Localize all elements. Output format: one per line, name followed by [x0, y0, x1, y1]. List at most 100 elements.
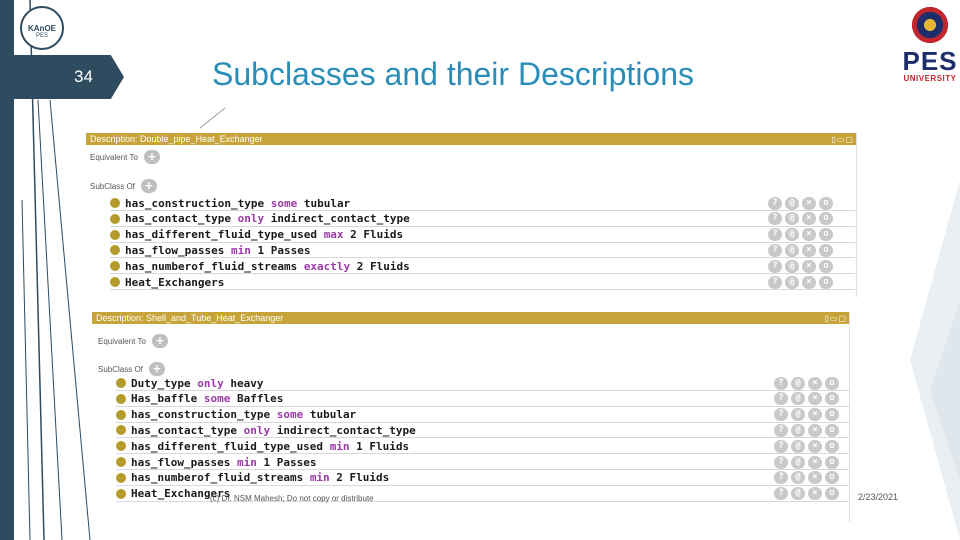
subclass-of-label: SubClass Of	[98, 364, 143, 374]
axiom-text: has_contact_type only indirect_contact_t…	[131, 423, 416, 437]
edit-button[interactable]: o	[819, 212, 833, 226]
explain-button[interactable]: ?	[768, 212, 782, 226]
restriction-keyword: some	[270, 196, 298, 210]
slide-title: Subclasses and their Descriptions	[212, 56, 695, 92]
annotate-button[interactable]: @	[785, 212, 799, 226]
axiom-row[interactable]: has_numberof_fluid_streams min 2 Fluids?…	[116, 471, 849, 486]
axiom-row[interactable]: has_different_fluid_type_used min 1 Flui…	[116, 439, 849, 455]
panel-title: Description: Shell_and_Tube_Heat_Exchang…	[96, 313, 284, 323]
edit-button[interactable]: o	[825, 408, 839, 422]
axiom-text: has_numberof_fluid_streams min 2 Fluids	[131, 471, 390, 485]
delete-button[interactable]: ×	[808, 455, 822, 469]
axiom-row[interactable]: has_flow_passes min 1 Passes? @ × o	[110, 243, 855, 259]
axiom-row[interactable]: Has_baffle some Baffles? @ × o	[116, 392, 849, 407]
annotate-button[interactable]: @	[785, 243, 799, 257]
annotate-button[interactable]: @	[785, 228, 799, 242]
axiom-text: has_contact_type only indirect_contact_t…	[125, 212, 410, 226]
class-bullet-icon	[110, 277, 120, 287]
axiom-row[interactable]: has_construction_type some tubular? @ × o	[116, 408, 849, 423]
panel-window-controls[interactable]: ▯▭▢	[831, 134, 854, 146]
edit-button[interactable]: o	[825, 471, 839, 485]
class-bullet-icon	[116, 393, 126, 404]
description-panel-shell-and-tube: Description: Shell_and_Tube_Heat_Exchang…	[92, 312, 850, 522]
delete-button[interactable]: ×	[802, 243, 816, 257]
edit-button[interactable]: o	[819, 228, 833, 242]
delete-button[interactable]: ×	[808, 487, 822, 501]
explain-button[interactable]: ?	[768, 196, 782, 210]
delete-button[interactable]: ×	[802, 196, 816, 210]
annotate-button[interactable]: @	[785, 196, 799, 210]
annotate-button[interactable]: @	[785, 275, 799, 289]
edit-button[interactable]: o	[819, 275, 833, 289]
explain-button[interactable]: ?	[774, 471, 788, 485]
add-equivalent-button[interactable]: +	[143, 150, 160, 164]
explain-button[interactable]: ?	[768, 259, 782, 273]
edit-button[interactable]: o	[825, 392, 839, 406]
explain-button[interactable]: ?	[768, 275, 782, 289]
axiom-row[interactable]: Heat_Exchangers? @ × o	[110, 275, 855, 290]
edit-button[interactable]: o	[819, 259, 833, 273]
delete-button[interactable]: ×	[802, 259, 816, 273]
restriction-keyword: only	[197, 376, 224, 390]
restriction-keyword: min	[309, 471, 330, 485]
explain-button[interactable]: ?	[774, 408, 788, 422]
delete-button[interactable]: ×	[808, 423, 822, 437]
annotate-button[interactable]: @	[791, 471, 805, 485]
edit-button[interactable]: o	[825, 439, 839, 453]
class-bullet-icon	[116, 378, 126, 388]
axiom-text: Duty_type only heavy	[131, 376, 264, 390]
subclass-of-section: SubClass Of +	[90, 179, 157, 193]
equivalent-to-section: Equivalent To +	[90, 150, 160, 164]
edit-button[interactable]: o	[825, 455, 839, 469]
annotate-button[interactable]: @	[791, 408, 805, 422]
explain-button[interactable]: ?	[774, 423, 788, 437]
delete-button[interactable]: ×	[802, 228, 816, 242]
row-action-buttons: ? @ × o	[765, 196, 833, 210]
explain-button[interactable]: ?	[768, 243, 782, 257]
axiom-row[interactable]: has_contact_type only indirect_contact_t…	[116, 423, 849, 439]
annotate-button[interactable]: @	[791, 423, 805, 437]
slide: KAnOE PES 34 Subclasses and their Descri…	[0, 0, 960, 540]
add-subclass-button[interactable]: +	[148, 362, 165, 376]
delete-button[interactable]: ×	[808, 392, 822, 406]
row-action-buttons: ? @ × o	[771, 392, 839, 406]
delete-button[interactable]: ×	[808, 471, 822, 485]
explain-button[interactable]: ?	[774, 487, 788, 501]
edit-button[interactable]: o	[819, 243, 833, 257]
explain-button[interactable]: ?	[774, 376, 788, 390]
delete-button[interactable]: ×	[802, 275, 816, 289]
delete-button[interactable]: ×	[802, 212, 816, 226]
delete-button[interactable]: ×	[808, 408, 822, 422]
delete-button[interactable]: ×	[808, 439, 822, 453]
panel-window-controls[interactable]: ▯▭▢	[824, 313, 847, 325]
axiom-row[interactable]: Duty_type only heavy? @ × o	[116, 376, 849, 391]
class-bullet-icon	[110, 229, 120, 240]
axiom-text: has_different_fluid_type_used max 2 Flui…	[125, 228, 404, 242]
annotate-button[interactable]: @	[785, 259, 799, 273]
annotate-button[interactable]: @	[791, 392, 805, 406]
annotate-button[interactable]: @	[791, 487, 805, 501]
axiom-row[interactable]: has_contact_type only indirect_contact_t…	[110, 212, 855, 227]
copyright-footer: (c) Dr. NSM Mahesh; Do not copy or distr…	[210, 494, 374, 503]
edit-button[interactable]: o	[825, 376, 839, 390]
explain-button[interactable]: ?	[768, 228, 782, 242]
slide-date: 2/23/2021	[858, 492, 899, 502]
annotate-button[interactable]: @	[791, 439, 805, 453]
add-subclass-button[interactable]: +	[140, 179, 157, 193]
axiom-row[interactable]: has_flow_passes min 1 Passes? @ × o	[116, 455, 849, 470]
axiom-row[interactable]: has_construction_type some tubular? @ × o	[110, 196, 855, 211]
edit-button[interactable]: o	[819, 196, 833, 210]
edit-button[interactable]: o	[825, 487, 839, 501]
axiom-row[interactable]: has_different_fluid_type_used max 2 Flui…	[110, 228, 855, 243]
class-bullet-icon	[116, 425, 126, 436]
axiom-row[interactable]: has_numberof_fluid_streams exactly 2 Flu…	[110, 259, 855, 275]
annotate-button[interactable]: @	[791, 376, 805, 390]
explain-button[interactable]: ?	[774, 439, 788, 453]
annotate-button[interactable]: @	[791, 455, 805, 469]
edit-button[interactable]: o	[825, 423, 839, 437]
add-equivalent-button[interactable]: +	[151, 334, 168, 348]
explain-button[interactable]: ?	[774, 455, 788, 469]
row-action-buttons: ? @ × o	[765, 275, 833, 289]
explain-button[interactable]: ?	[774, 392, 788, 406]
delete-button[interactable]: ×	[808, 376, 822, 390]
